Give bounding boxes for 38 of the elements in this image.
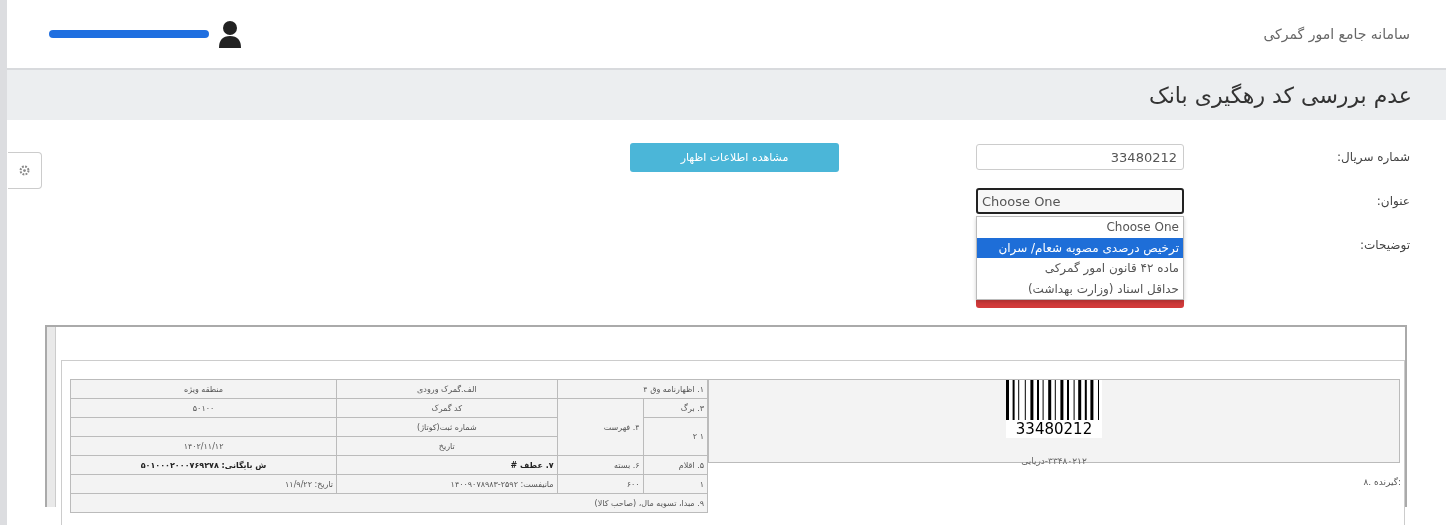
serial-input[interactable]: 33480212	[976, 144, 1184, 170]
table-cell: ۱. اظهارنامه وق ۴	[557, 379, 708, 399]
settings-icon	[19, 165, 30, 176]
page-title: عدم بررسی کد رهگیری بانک	[1149, 82, 1412, 108]
table-cell: منطقه ویژه	[70, 379, 337, 399]
dropdown-option[interactable]: ترخیص درصدی مصوبه شعام/ سران	[977, 237, 1183, 258]
table-cell: تاریخ	[336, 436, 558, 456]
scrollbar[interactable]	[47, 327, 56, 507]
field-label: توضیحات:	[1358, 238, 1410, 252]
table-cell: شماره ثبت(کوتاژ)	[336, 417, 558, 437]
table-cell: ۶. بسته	[557, 455, 644, 475]
table-cell: ۳. برگ	[643, 398, 708, 418]
table-cell: ۵. اقلام	[643, 455, 708, 475]
table-cell: ۷. عطف #	[336, 455, 558, 475]
settings-button[interactable]	[8, 152, 42, 189]
table-cell: ۱	[643, 474, 708, 494]
table-cell: ش بایگانی: ۵۰۱۰۰۰۲۰۰۰۷۶۹۲۷۸	[70, 455, 337, 475]
dropdown-option[interactable]: حداقل اسناد (وزارت بهداشت)	[977, 278, 1183, 299]
dropdown-option[interactable]: Choose One	[977, 217, 1183, 238]
table-cell: ۵۰۱۰۰	[70, 398, 337, 418]
table-cell: الف.گمرک ورودی	[336, 379, 558, 399]
table-cell: ۱۴۰۲/۱۱/۱۲	[70, 436, 337, 456]
receiver-label: ۸. گیرنده:	[1363, 477, 1401, 487]
user-icon[interactable]	[219, 20, 241, 48]
dropdown-option[interactable]: ماده ۴۲ قانون امور گمرکی	[977, 258, 1183, 279]
subject-select[interactable]: Choose One	[976, 188, 1184, 214]
table-cell: کد گمرک	[336, 398, 558, 418]
table-cell: تاریخ: ۱۱/۹/۲۲	[70, 474, 337, 494]
field-label: عنوان:	[1375, 194, 1410, 208]
app-title: سامانه جامع امور گمرکی	[1263, 26, 1410, 42]
field-label: شماره سریال:	[1336, 150, 1410, 164]
table-cell: ۱ ۲	[643, 417, 708, 456]
table-cell: ۹. مبدا، تسویه مال، (صاحب کالا)	[70, 493, 708, 513]
table-cell: ۴. فهرست	[557, 398, 644, 456]
barcode-number: 33480212	[1015, 420, 1093, 438]
table-cell: مانیفست: ۲۵۹۲-۱۴۰۰۹۰۷۸۹۸۳	[336, 474, 558, 494]
barcode-caption: ۳۳۴۸۰۲۱۲-دریایی	[1021, 456, 1087, 466]
table-cell: ۶۰۰	[557, 474, 644, 494]
